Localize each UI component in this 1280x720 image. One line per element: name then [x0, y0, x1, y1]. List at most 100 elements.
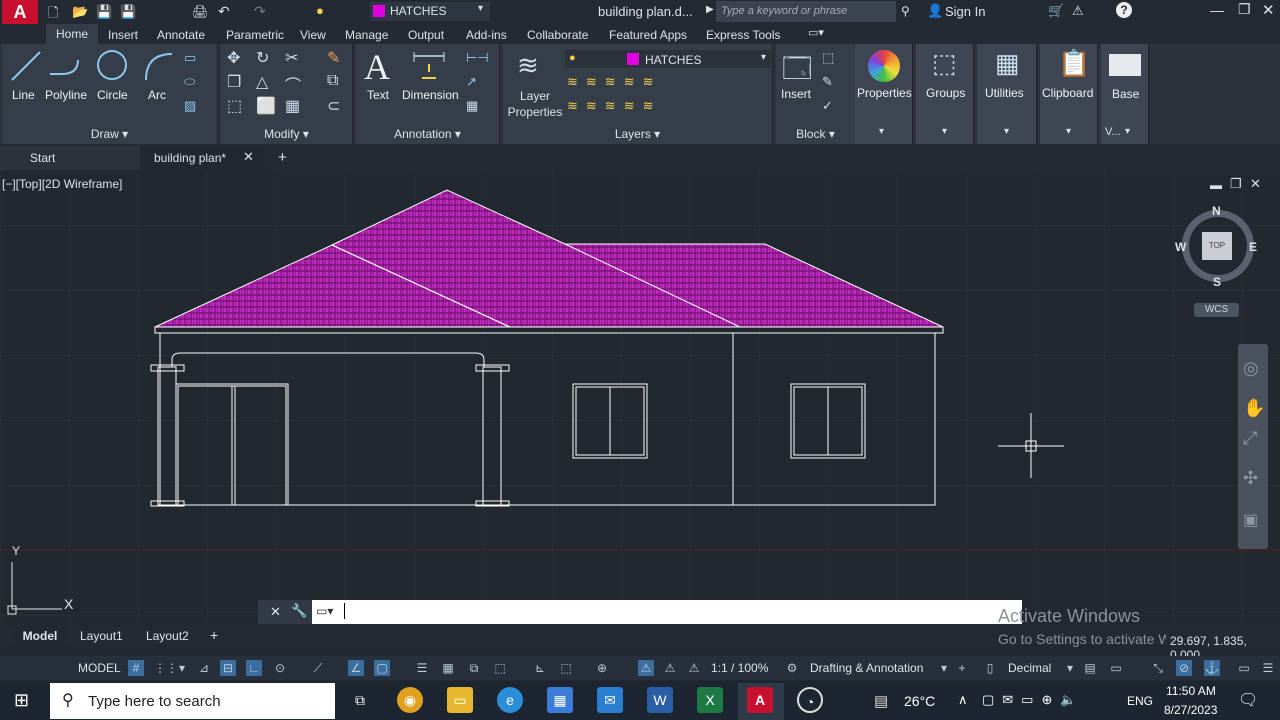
chevron-down-icon-groups[interactable]: ▾	[942, 126, 947, 137]
grid-toggle-icon[interactable]: #	[128, 660, 144, 676]
move-icon[interactable]: ✥	[227, 48, 240, 68]
clean-screen-icon[interactable]: ⚓	[1204, 660, 1220, 676]
tab-insert[interactable]: Insert	[108, 28, 138, 42]
viewport-minimize-icon[interactable]: ▬	[1210, 178, 1222, 192]
fillet-icon[interactable]: ⌒	[285, 72, 301, 96]
arc-button[interactable]: Arc	[148, 88, 166, 102]
workspace-gear-icon[interactable]: ⚙	[784, 660, 800, 676]
save-icon[interactable]: 💾	[96, 4, 112, 20]
language-indicator[interactable]: ENG	[1127, 694, 1153, 708]
binoculars-icon[interactable]: ⚲	[901, 4, 910, 18]
customization-icon[interactable]: ☰	[1260, 660, 1276, 676]
auto-scale-icon[interactable]: ⚠	[662, 660, 678, 676]
command-history-icon[interactable]: ▭▾	[316, 604, 333, 618]
modify-panel-label[interactable]: Modify ▾	[221, 127, 352, 141]
save-as-icon[interactable]: 💾	[120, 4, 136, 20]
tab-start[interactable]	[0, 146, 140, 170]
ellipse-icon[interactable]: ⬭	[184, 74, 195, 90]
orbit-icon[interactable]: ✣	[1243, 468, 1258, 489]
groups-button[interactable]: Groups	[926, 86, 965, 100]
compass-w[interactable]: W	[1175, 240, 1186, 254]
scale-icon[interactable]: ⬜	[256, 96, 276, 116]
fullscreen-icon[interactable]: ▭	[1236, 660, 1252, 676]
offset-icon[interactable]: ⊂	[327, 96, 340, 116]
user-icon[interactable]: 👤	[927, 3, 943, 19]
steering-wheel-icon[interactable]: ◎	[1243, 358, 1259, 379]
annotation-scale-dropdown[interactable]: 1:1 / 100%	[711, 661, 768, 675]
snap-toggle-icon[interactable]: ⋮⋮	[154, 660, 178, 676]
object-snap-tracking-icon[interactable]: ∠	[348, 660, 364, 676]
showmotion-icon[interactable]: ▣	[1243, 510, 1258, 530]
close-tab-icon[interactable]: ✕	[243, 149, 254, 165]
array-icon[interactable]: ▦	[285, 96, 300, 116]
draw-panel-label[interactable]: Draw ▾	[2, 127, 217, 141]
annotation-monitor-icon[interactable]: +	[954, 660, 970, 676]
chrome-icon[interactable]: ◉	[397, 687, 423, 713]
attribute-icon[interactable]: ✓	[822, 98, 833, 114]
task-view-icon[interactable]: ⧉	[347, 687, 373, 713]
dynamic-input-icon[interactable]: ⊟	[220, 660, 236, 676]
tab-view[interactable]: View	[300, 28, 326, 42]
cart-icon[interactable]: 🛒	[1048, 3, 1064, 19]
infer-icon[interactable]: ⊿	[196, 660, 212, 676]
line-button[interactable]: Line	[12, 88, 35, 102]
isodraft-icon[interactable]: ⟋	[310, 660, 326, 676]
dimension-button[interactable]: Dimension	[402, 88, 459, 102]
excel-icon[interactable]: X	[697, 687, 723, 713]
temperature[interactable]: 26°C	[904, 693, 935, 709]
gizmo-icon[interactable]: ⊕	[594, 660, 610, 676]
properties-button[interactable]: Properties	[857, 86, 912, 100]
object-snap-icon[interactable]: ▢	[374, 660, 390, 676]
quick-properties-icon[interactable]: ▤	[1082, 660, 1098, 676]
compass-s[interactable]: S	[1213, 275, 1221, 289]
base-sub-label[interactable]: V...	[1105, 126, 1121, 138]
windows-start-icon[interactable]: ⊞	[14, 690, 29, 711]
zoom-extents-icon[interactable]: ⤢	[1243, 428, 1257, 449]
linear-dim-icon[interactable]: ⊢⊣	[466, 50, 489, 66]
text-button[interactable]: Text	[367, 88, 389, 102]
autocad-taskbar-icon[interactable]: A	[747, 687, 773, 713]
sign-in-link[interactable]: Sign In	[945, 4, 985, 19]
units-dropdown[interactable]: Decimal	[1008, 661, 1051, 675]
new-tab-icon[interactable]: +	[278, 149, 287, 166]
command-customize-icon[interactable]: 🔧	[291, 603, 307, 619]
insert-button[interactable]: Insert	[781, 87, 811, 101]
tab-layout1[interactable]: Layout1	[80, 629, 123, 643]
copy-icon[interactable]: ❐	[227, 72, 241, 92]
workspace-dropdown[interactable]: Drafting & Annotation	[810, 661, 923, 675]
autocad-logo[interactable]: A	[2, 0, 38, 24]
minimize-icon[interactable]: —	[1210, 2, 1224, 18]
tab-output[interactable]: Output	[408, 28, 444, 42]
workspace-chevron-icon[interactable]: ▾	[936, 660, 952, 676]
erase-icon[interactable]: ✎	[327, 48, 340, 68]
lineweight-icon[interactable]: ☰	[414, 660, 430, 676]
share-icon[interactable]: ⚠	[1072, 3, 1084, 19]
command-close-icon[interactable]: ✕	[270, 604, 281, 620]
units-chevron-icon[interactable]: ▾	[1062, 660, 1078, 676]
create-block-icon[interactable]: ⬚	[822, 50, 834, 66]
table-icon[interactable]: ▦	[466, 98, 478, 114]
ortho-icon[interactable]: ∟	[246, 660, 262, 676]
stretch-icon[interactable]: ⬚	[227, 96, 242, 116]
edge-icon[interactable]: e	[497, 687, 523, 713]
tab-annotate[interactable]: Annotate	[157, 28, 205, 42]
model-space-button[interactable]: MODEL	[78, 661, 121, 675]
3d-osnap-icon[interactable]: ⬚	[492, 660, 508, 676]
utilities-button[interactable]: Utilities	[985, 86, 1024, 100]
file-explorer-icon[interactable]: ▭	[447, 687, 473, 713]
mirror-icon[interactable]: △	[256, 72, 268, 92]
clipboard-button[interactable]: Clipboard	[1042, 86, 1093, 100]
polyline-button[interactable]: Polyline	[45, 88, 87, 102]
undo-icon[interactable]: ↶	[218, 3, 230, 20]
viewport-close-icon[interactable]: ✕	[1250, 176, 1261, 192]
tab-layout2[interactable]: Layout2	[146, 629, 189, 643]
chevron-down-icon-base[interactable]: ▾	[1125, 126, 1130, 137]
open-file-icon[interactable]: 📂	[72, 4, 88, 20]
annotation-panel-label[interactable]: Annotation ▾	[356, 127, 499, 141]
tab-manage[interactable]: Manage	[345, 28, 388, 42]
notification-icon[interactable]: 🗨	[1238, 690, 1258, 710]
new-file-icon[interactable]: 🗋	[48, 4, 58, 26]
trim-icon[interactable]: ✂	[285, 48, 298, 68]
chevron-down-icon-clip[interactable]: ▾	[1066, 126, 1071, 137]
print-icon[interactable]: 🖨	[192, 4, 209, 20]
